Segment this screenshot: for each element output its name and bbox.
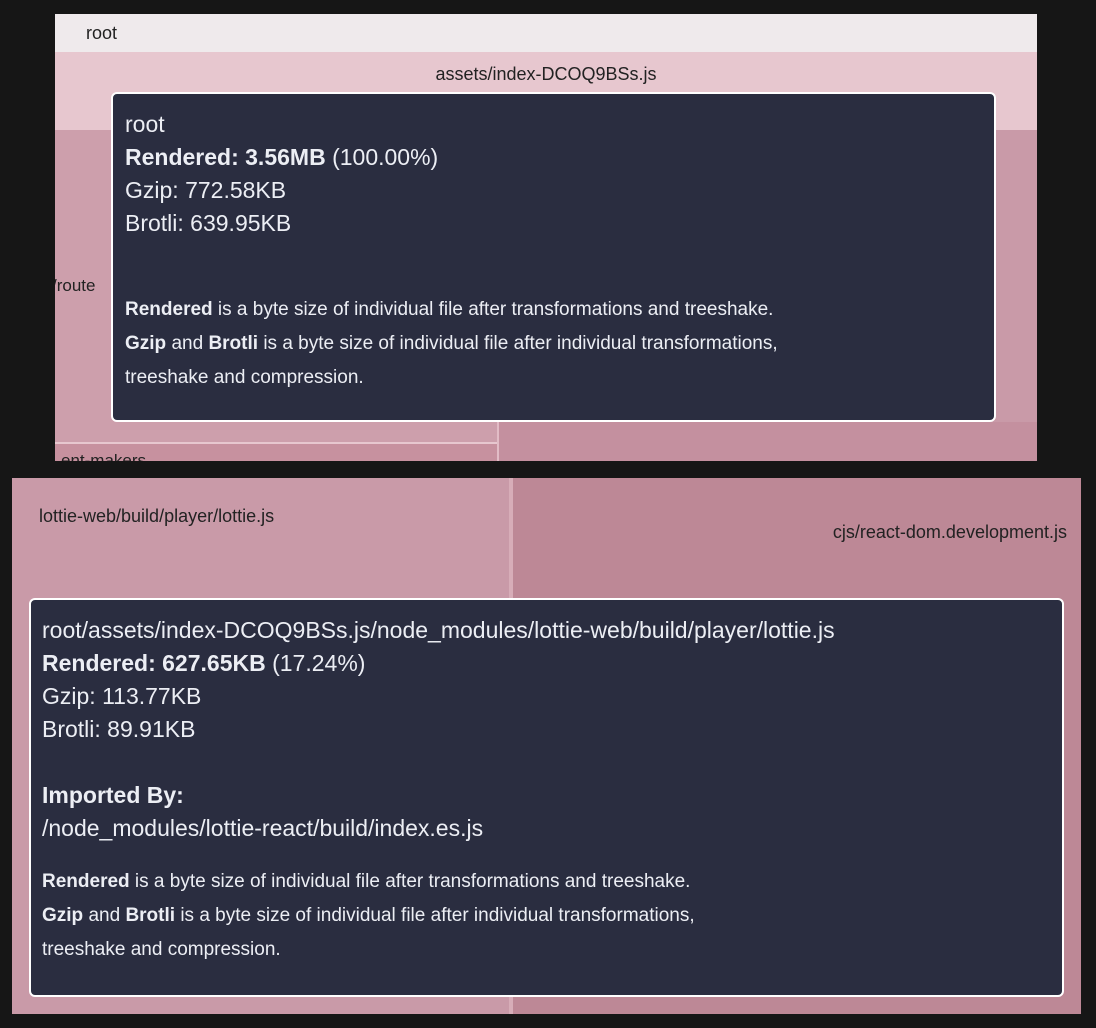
node-label-asset-index: assets/index-DCOQ9BSs.js — [435, 64, 657, 84]
tooltip-imported-by-label: Imported By: — [42, 782, 184, 808]
size-tooltip-root: root Rendered: 3.56MB (100.00%) Gzip: 77… — [111, 92, 996, 422]
tooltip-brotli: Brotli: 89.91KB — [42, 716, 196, 742]
rendered-size: 627.65KB — [162, 650, 266, 676]
tooltip-brotli: Brotli: 639.95KB — [125, 210, 292, 236]
node-label-lottie: lottie-web/build/player/lottie.js — [39, 506, 275, 526]
tooltip-note-rendered: Rendered is a byte size of individual fi… — [125, 299, 774, 320]
tooltip-note-compressed: Gzip and Brotli is a byte size of indivi… — [42, 905, 695, 926]
node-label-left-foot: ent-makers — [61, 451, 147, 461]
rendered-percent: (17.24%) — [272, 650, 366, 676]
tooltip-note-compressed-2: treeshake and compression. — [125, 367, 364, 388]
rendered-label: Rendered: — [125, 144, 239, 170]
tooltip-note-compressed: Gzip and Brotli is a byte size of indivi… — [125, 333, 778, 354]
rendered-percent: (100.00%) — [332, 144, 439, 170]
tooltip-note-compressed-2: treeshake and compression. — [42, 939, 281, 960]
treemap-node-root[interactable]: root — [55, 14, 1037, 52]
tooltip-rendered: Rendered: 627.65KB (17.24%) — [42, 647, 1051, 680]
node-label-router: /route — [55, 276, 96, 295]
rendered-size: 3.56MB — [245, 144, 326, 170]
tooltip-imported-by: /node_modules/lottie-react/build/index.e… — [42, 815, 484, 841]
tooltip-path: root — [125, 111, 165, 137]
tooltip-path: root/assets/index-DCOQ9BSs.js/node_modul… — [42, 617, 835, 643]
treemap-node-right-foot[interactable] — [499, 422, 1037, 461]
tooltip-gzip: Gzip: 113.77KB — [42, 683, 202, 709]
tooltip-rendered: Rendered: 3.56MB (100.00%) — [125, 141, 982, 174]
rendered-label: Rendered: — [42, 650, 156, 676]
tooltip-note-rendered: Rendered is a byte size of individual fi… — [42, 871, 691, 892]
node-label-root: root — [86, 23, 118, 43]
size-tooltip-lottie: root/assets/index-DCOQ9BSs.js/node_modul… — [29, 598, 1064, 997]
tooltip-gzip: Gzip: 772.58KB — [125, 177, 287, 203]
node-label-react-dom: cjs/react-dom.development.js — [832, 522, 1067, 542]
